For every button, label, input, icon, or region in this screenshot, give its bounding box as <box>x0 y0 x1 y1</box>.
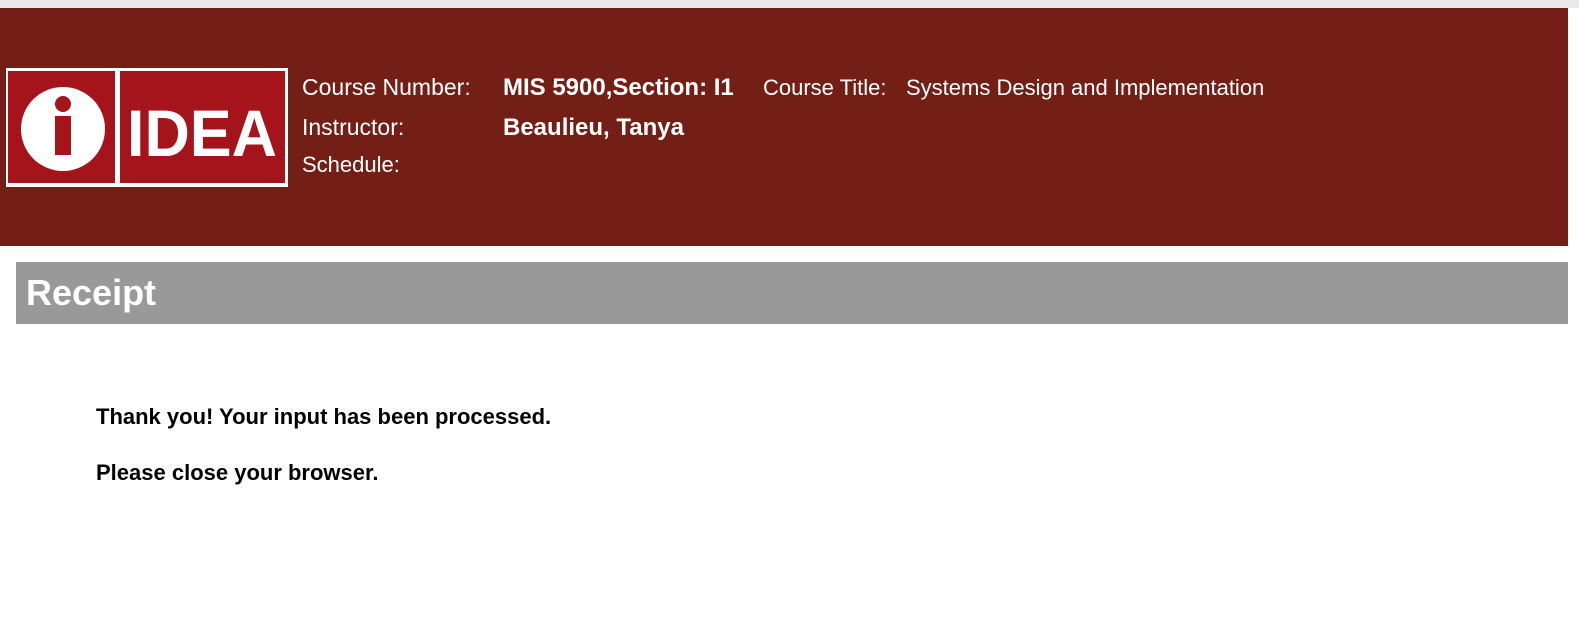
instructor-value: Beaulieu, Tanya <box>503 114 684 141</box>
course-header: IDEA Course Number: MIS 5900,Section: I1… <box>0 8 1568 246</box>
receipt-title: Receipt <box>26 272 157 313</box>
logo-text: IDEA <box>127 96 277 170</box>
course-number-label: Course Number: <box>302 74 471 100</box>
instructor-label: Instructor: <box>302 114 405 140</box>
course-title-value: Systems Design and Implementation <box>906 75 1265 100</box>
course-title-label: Course Title: <box>763 75 887 100</box>
receipt-bar: Receipt <box>16 262 1568 324</box>
schedule-label: Schedule: <box>302 152 400 177</box>
thank-you-message: Thank you! Your input has been processed… <box>96 404 552 429</box>
top-strip <box>0 0 1579 8</box>
close-browser-message: Please close your browser. <box>96 460 379 485</box>
idea-logo-graphic: IDEA <box>8 71 285 183</box>
course-number-value: MIS 5900,Section: I1 <box>503 74 734 101</box>
idea-logo: IDEA <box>6 68 288 187</box>
